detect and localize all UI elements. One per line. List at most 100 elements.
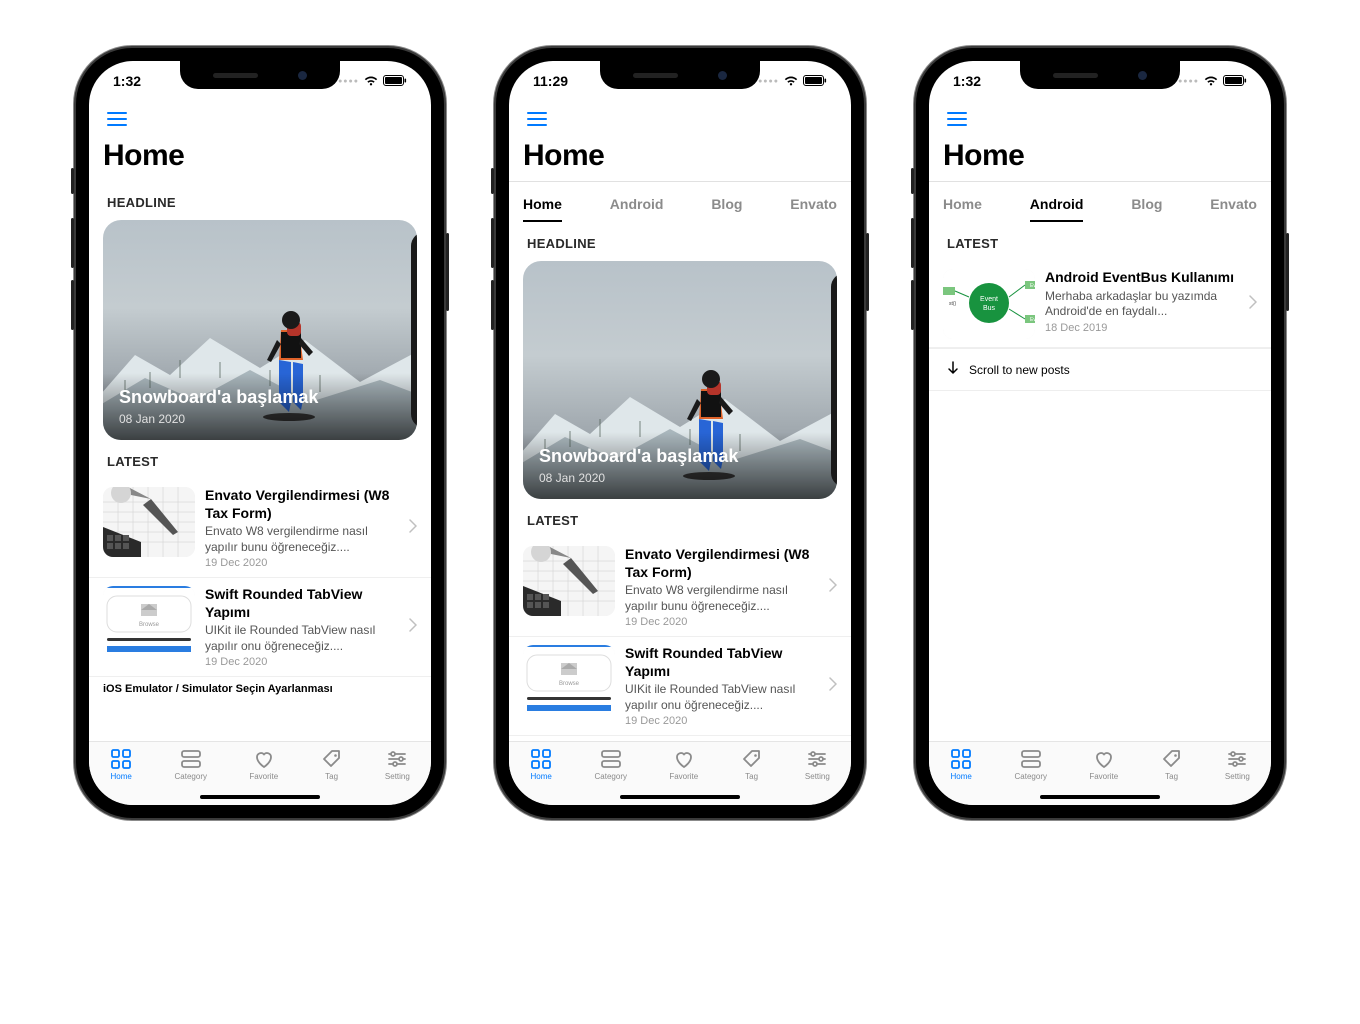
nav-bar [509, 99, 851, 139]
page-title: Home [929, 139, 1271, 181]
tab-favorite[interactable]: Favorite [669, 748, 698, 781]
headline-card[interactable]: Snowboard'a başlamak08 Jan 2020 [523, 261, 837, 499]
list-item-title: Android EventBus Kullanımı [1045, 269, 1239, 287]
heart-icon [253, 748, 275, 770]
svg-text:Browse: Browse [559, 681, 580, 687]
grid-icon [110, 748, 132, 770]
list-item-thumbnail: Browse [523, 645, 615, 715]
tab-category[interactable]: Category [595, 748, 627, 781]
section-headline-label: HEADLINE [509, 222, 851, 261]
content-area[interactable]: HEADLINESnowboard'a başlamak08 Jan 2020L… [89, 181, 431, 741]
list-item[interactable]: BrowseSwift Rounded TabView YapımıUIKit … [509, 637, 851, 736]
headline-title: Snowboard'a başlamak [119, 387, 401, 408]
tab-favorite[interactable]: Favorite [249, 748, 278, 781]
section-headline-label: HEADLINE [89, 181, 431, 220]
seg-tab-android[interactable]: Android [1030, 192, 1084, 222]
menu-button[interactable] [103, 108, 131, 130]
tab-favorite[interactable]: Favorite [1089, 748, 1118, 781]
grid-icon [950, 748, 972, 770]
seg-tab-envato[interactable]: Envato [1210, 192, 1257, 222]
battery-icon [1223, 75, 1247, 87]
home-indicator[interactable] [1040, 795, 1160, 799]
tab-label: Favorite [669, 772, 698, 781]
list-item-title: iOS Emulator / Simulator Seçin Ayarlanma… [89, 677, 431, 695]
tab-home[interactable]: Home [950, 748, 972, 781]
battery-icon [383, 75, 407, 87]
tab-home[interactable]: Home [530, 748, 552, 781]
seg-tab-home[interactable]: Home [523, 192, 562, 222]
tab-setting[interactable]: Setting [385, 748, 410, 781]
content-area[interactable]: Home Android Blog EnvatoHEADLINESnowboard'a… [509, 181, 851, 741]
seg-tab-home[interactable]: Home [943, 192, 982, 222]
section-latest-label: LATEST [89, 440, 431, 479]
home-indicator[interactable] [200, 795, 320, 799]
tab-tag[interactable]: Tag [1161, 748, 1183, 781]
seg-tab-envato[interactable]: Envato [790, 192, 837, 222]
headline-next-peek[interactable] [411, 232, 417, 428]
list-item[interactable]: Envato Vergilendirmesi (W8 Tax Form)Enva… [89, 479, 431, 578]
tag-icon [1161, 748, 1183, 770]
list-item-date: 19 Dec 2020 [625, 715, 819, 727]
wifi-icon [1203, 75, 1219, 87]
headline-card[interactable]: Snowboard'a başlamak08 Jan 2020 [103, 220, 417, 440]
tab-label: Category [1015, 772, 1047, 781]
tab-label: Home [111, 772, 132, 781]
tab-label: Tag [745, 772, 758, 781]
list-item-date: 19 Dec 2020 [205, 656, 399, 668]
section-latest-label: LATEST [509, 499, 851, 538]
list-item-excerpt: Merhaba arkadaşlar bu yazımda Android'de… [1045, 289, 1239, 320]
chevron-right-icon [1249, 295, 1257, 314]
list-item[interactable]: Browse Swift Rounded TabView YapımıUIKit … [89, 578, 431, 677]
tab-setting[interactable]: Setting [1225, 748, 1250, 781]
tab-tag[interactable]: Tag [741, 748, 763, 781]
status-time: 11:29 [533, 73, 568, 89]
seg-tab-android[interactable]: Android [610, 192, 664, 222]
tab-label: Category [175, 772, 207, 781]
category-tabs: Home Android Blog Envato [929, 182, 1271, 222]
tab-home[interactable]: Home [110, 748, 132, 781]
notch [180, 61, 340, 89]
sliders-icon [386, 748, 408, 770]
tab-category[interactable]: Category [175, 748, 207, 781]
list-item-title: Swift Rounded TabView Yapımı [205, 586, 399, 621]
headline-date: 08 Jan 2020 [539, 471, 821, 485]
seg-tab-blog[interactable]: Blog [1131, 192, 1162, 222]
category-tabs: Home Android Blog Envato [509, 182, 851, 222]
tab-label: Setting [805, 772, 830, 781]
list-item-excerpt: Envato W8 vergilendirme nasıl yapılır bu… [205, 524, 399, 555]
chevron-right-icon [409, 618, 417, 637]
scroll-to-new-posts[interactable]: Scroll to new posts [929, 348, 1271, 391]
tab-tag[interactable]: Tag [321, 748, 343, 781]
list-item[interactable]: EventBusst()EvEvAndroid EventBus Kullanı… [929, 261, 1271, 348]
list-item-thumbnail: Browse [103, 586, 195, 656]
list-item-date: 18 Dec 2019 [1045, 322, 1239, 334]
seg-tab-blog[interactable]: Blog [711, 192, 742, 222]
phone-mockup: 1:32●●●●HomeHEADLINESnowboard'a başlamak… [76, 48, 444, 818]
status-time: 1:32 [953, 73, 981, 89]
sliders-icon [806, 748, 828, 770]
wifi-icon [363, 75, 379, 87]
page-title: Home [89, 139, 431, 181]
section-latest-label: LATEST [929, 222, 1271, 261]
chevron-right-icon [829, 677, 837, 696]
menu-button[interactable] [943, 108, 971, 130]
menu-button[interactable] [523, 108, 551, 130]
svg-text:Ev: Ev [1030, 283, 1035, 289]
heart-icon [1093, 748, 1115, 770]
tab-label: Category [595, 772, 627, 781]
list-item-title: Swift Rounded TabView Yapımı [625, 645, 819, 680]
svg-text:Bus: Bus [983, 305, 996, 312]
home-indicator[interactable] [620, 795, 740, 799]
tab-category[interactable]: Category [1015, 748, 1047, 781]
notch [600, 61, 760, 89]
tab-label: Tag [1165, 772, 1178, 781]
tab-label: Favorite [1089, 772, 1118, 781]
tag-icon [741, 748, 763, 770]
status-time: 1:32 [113, 73, 141, 89]
list-item[interactable]: Envato Vergilendirmesi (W8 Tax Form)Enva… [509, 538, 851, 637]
list-item-excerpt: UIKit ile Rounded TabView nasıl yapılır … [205, 623, 399, 654]
content-area[interactable]: Home Android Blog EnvatoLATESTEventBusst()E… [929, 181, 1271, 741]
headline-next-peek[interactable] [831, 273, 837, 487]
tab-label: Home [951, 772, 972, 781]
tab-setting[interactable]: Setting [805, 748, 830, 781]
